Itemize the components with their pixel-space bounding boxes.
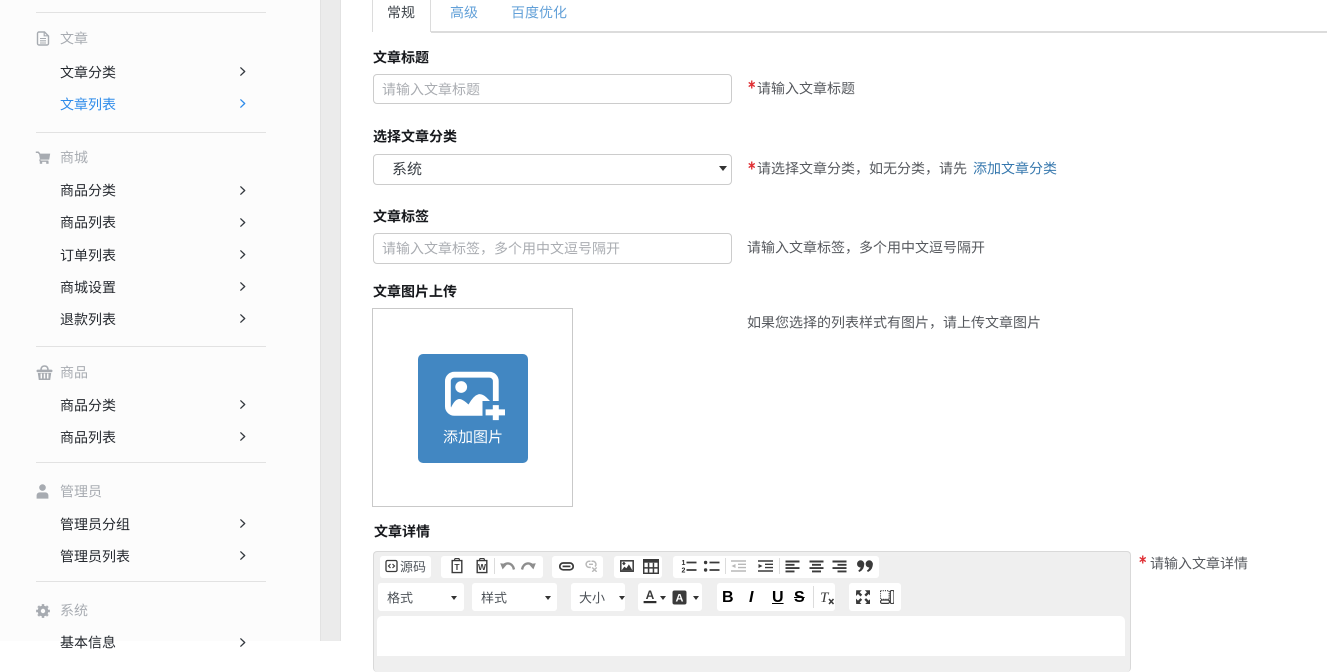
svg-text:A: A — [646, 589, 655, 602]
svg-text:1: 1 — [681, 560, 685, 567]
svg-text:A: A — [675, 592, 683, 604]
svg-text:T: T — [454, 562, 460, 572]
svg-text:T: T — [820, 590, 830, 605]
svg-text:2: 2 — [681, 568, 685, 574]
svg-text:W: W — [477, 562, 486, 572]
